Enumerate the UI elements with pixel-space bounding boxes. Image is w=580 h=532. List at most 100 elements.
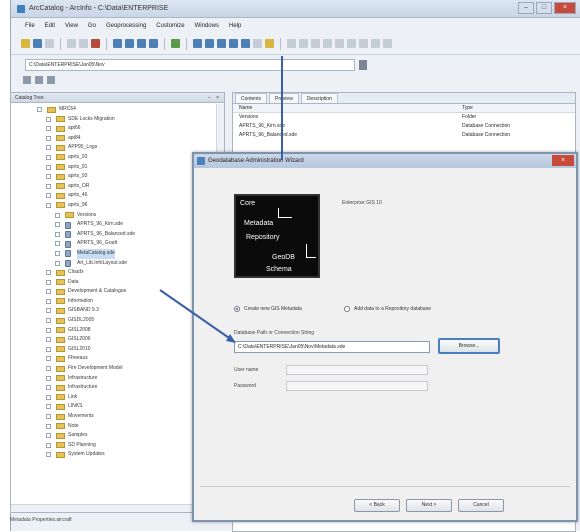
- minimize-icon[interactable]: –: [518, 2, 534, 14]
- paste-icon[interactable]: [79, 39, 88, 48]
- browse-button[interactable]: Browse...: [438, 338, 500, 354]
- back-button[interactable]: < Back: [354, 499, 400, 512]
- expand-icon[interactable]: [46, 308, 51, 314]
- cancel-button[interactable]: Cancel: [458, 499, 504, 512]
- search-window-icon[interactable]: [205, 39, 214, 48]
- expand-icon[interactable]: [46, 145, 51, 151]
- expand-icon[interactable]: [46, 404, 51, 410]
- list-icon[interactable]: [125, 39, 134, 48]
- expand-icon[interactable]: [46, 270, 51, 276]
- expand-icon[interactable]: [46, 423, 51, 429]
- expand-icon[interactable]: [46, 375, 51, 381]
- delete-icon[interactable]: [91, 39, 100, 48]
- help-icon[interactable]: [383, 39, 392, 48]
- expand-icon[interactable]: [46, 174, 51, 180]
- toolbox-icon[interactable]: [217, 39, 226, 48]
- radio-create-metadata[interactable]: [234, 306, 240, 312]
- catalog-tree-icon[interactable]: [193, 39, 202, 48]
- expand-icon[interactable]: [46, 298, 51, 304]
- tree-item[interactable]: MRC64: [11, 105, 224, 115]
- expand-icon[interactable]: [55, 212, 60, 218]
- metadata-tool-icon[interactable]: [265, 39, 274, 48]
- expand-icon[interactable]: [46, 394, 51, 400]
- expand-icon[interactable]: [55, 260, 60, 266]
- measure-icon[interactable]: [371, 39, 380, 48]
- expand-icon[interactable]: [46, 356, 51, 362]
- model-builder-icon[interactable]: [241, 39, 250, 48]
- expand-icon[interactable]: [46, 202, 51, 208]
- expand-icon[interactable]: [46, 442, 51, 448]
- dialog-close-icon[interactable]: ×: [552, 155, 574, 166]
- expand-icon[interactable]: [46, 116, 51, 122]
- full-extent-icon[interactable]: [323, 39, 332, 48]
- tree-item[interactable]: apt66: [11, 124, 224, 134]
- radio-add-repository[interactable]: [344, 306, 350, 312]
- column-name-header[interactable]: Name: [233, 104, 458, 112]
- tab-preview[interactable]: Preview: [269, 93, 299, 103]
- expand-icon[interactable]: [55, 231, 60, 237]
- menu-customize[interactable]: Customize: [156, 23, 184, 29]
- expand-icon[interactable]: [46, 452, 51, 458]
- expand-icon[interactable]: [46, 126, 51, 132]
- tree-horizontal-scrollbar[interactable]: [11, 504, 217, 512]
- expand-icon[interactable]: [46, 154, 51, 160]
- zoom-in-icon[interactable]: [287, 39, 296, 48]
- pan-icon[interactable]: [311, 39, 320, 48]
- column-type-header[interactable]: Type: [458, 104, 568, 112]
- expand-icon[interactable]: [55, 222, 60, 228]
- details-icon[interactable]: [137, 39, 146, 48]
- create-thumbnail-icon[interactable]: [347, 39, 356, 48]
- thumbnails-icon[interactable]: [149, 39, 158, 48]
- expand-icon[interactable]: [46, 279, 51, 285]
- table-row[interactable]: Versions Folder: [233, 113, 575, 122]
- large-icons-icon[interactable]: [113, 39, 122, 48]
- menu-edit[interactable]: Edit: [45, 23, 55, 29]
- expand-icon[interactable]: [46, 346, 51, 352]
- database-path-input[interactable]: C:\Data\ENTERPRISE\Jan05\Nov\Metadata.sd…: [234, 341, 430, 353]
- expand-icon[interactable]: [46, 337, 51, 343]
- expand-icon[interactable]: [46, 135, 51, 141]
- expand-icon[interactable]: [46, 385, 51, 391]
- expand-icon[interactable]: [46, 164, 51, 170]
- up-folder-icon[interactable]: [21, 39, 30, 48]
- copy-icon[interactable]: [67, 39, 76, 48]
- connect-icon[interactable]: [33, 39, 42, 48]
- menu-geoprocessing[interactable]: Geoprocessing: [106, 23, 146, 29]
- tab-contents[interactable]: Contents: [235, 93, 268, 103]
- next-button[interactable]: Next >: [406, 499, 452, 512]
- expand-icon[interactable]: [55, 241, 60, 247]
- tree-item[interactable]: SDE Locks Migration: [11, 115, 224, 125]
- disconnect-icon[interactable]: [45, 39, 54, 48]
- zoom-out-icon[interactable]: [299, 39, 308, 48]
- table-row[interactable]: APRTS_96_Balanced.sde Database Connectio…: [233, 131, 575, 140]
- menu-view[interactable]: View: [65, 23, 78, 29]
- location-input[interactable]: C:\Data\ENTERPRISE\Jan05\Nov: [25, 59, 355, 71]
- expand-icon[interactable]: [55, 250, 60, 256]
- expand-icon[interactable]: [46, 289, 51, 295]
- maximize-icon[interactable]: □: [536, 2, 552, 14]
- folder-connect-icon[interactable]: [35, 76, 43, 84]
- expand-icon[interactable]: [46, 327, 51, 333]
- expand-icon[interactable]: [46, 183, 51, 189]
- expand-icon[interactable]: [46, 366, 51, 372]
- table-row[interactable]: APRTS_96_Kirn.sde Database Connection: [233, 122, 575, 131]
- expand-icon[interactable]: [37, 107, 42, 112]
- python-icon[interactable]: [229, 39, 238, 48]
- expand-icon[interactable]: [46, 433, 51, 439]
- username-input[interactable]: [286, 365, 428, 375]
- identify-icon[interactable]: [335, 39, 344, 48]
- location-dropdown-icon[interactable]: [359, 60, 367, 70]
- pointer-icon[interactable]: [253, 39, 262, 48]
- close-icon[interactable]: ×: [554, 2, 576, 14]
- home-icon[interactable]: [23, 76, 31, 84]
- menu-windows[interactable]: Windows: [195, 23, 219, 29]
- find-icon[interactable]: [359, 39, 368, 48]
- expand-icon[interactable]: [46, 414, 51, 419]
- password-input[interactable]: [286, 381, 428, 391]
- launch-arcmap-icon[interactable]: [171, 39, 180, 48]
- refresh-icon[interactable]: [47, 76, 55, 84]
- expand-icon[interactable]: [46, 318, 51, 324]
- panel-buttons[interactable]: − ×: [208, 93, 224, 103]
- menu-help[interactable]: Help: [229, 23, 241, 29]
- tab-description[interactable]: Description: [300, 93, 338, 103]
